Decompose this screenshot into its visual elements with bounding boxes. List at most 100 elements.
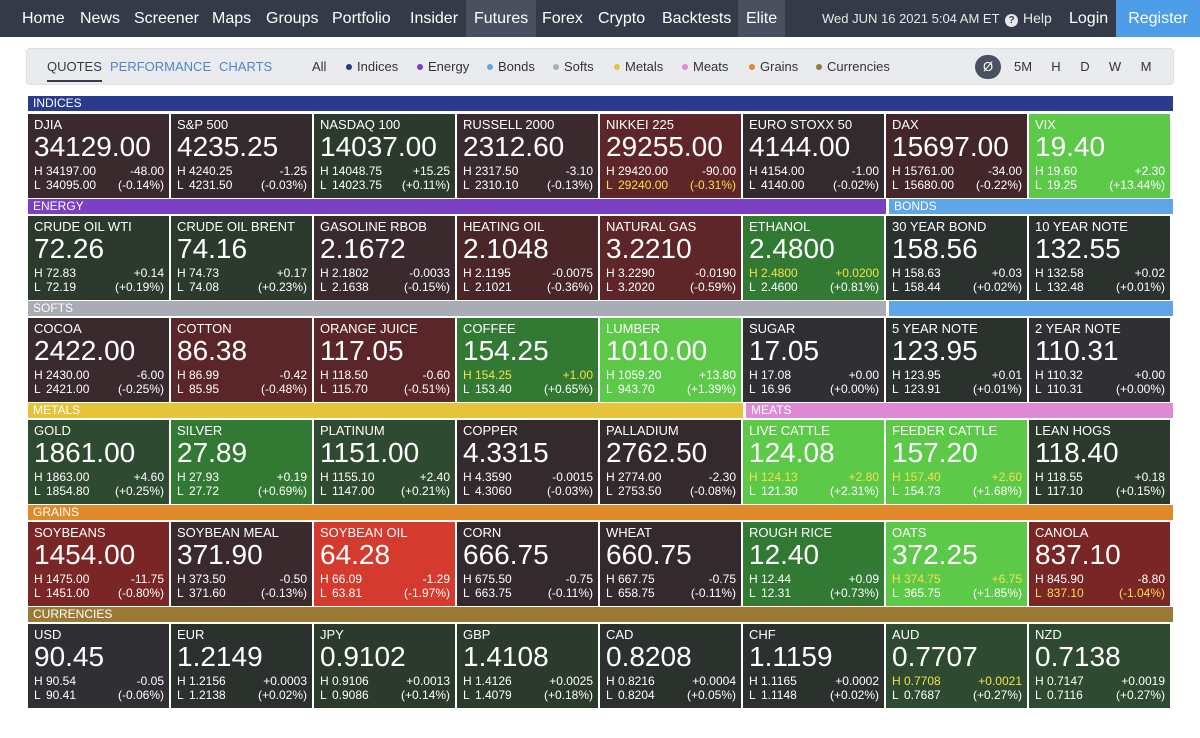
tile-change-pct: (-0.36%) xyxy=(546,280,593,294)
softs-dot xyxy=(553,64,559,70)
futures-tile[interactable]: EUR 1.2149 H 1.2156 +0.0003 L 1.2138 (+0.02%) xyxy=(171,624,312,708)
futures-tile[interactable]: RUSSELL 2000 2312.60 H 2317.50 -3.10 L 2310.10… xyxy=(457,114,598,198)
futures-tile[interactable]: ETHANOL 2.4800 H 2.4800 +0.0200 L 2.4600 (+0.81… xyxy=(743,216,884,300)
futures-tile[interactable]: COTTON 86.38 H 86.99 -0.42 L 85.95 (-0.48%) xyxy=(171,318,312,402)
help-link[interactable]: ? Help xyxy=(1005,0,1052,37)
nav-maps[interactable]: Maps xyxy=(212,0,251,37)
login-link[interactable]: Login xyxy=(1069,0,1108,37)
futures-tile[interactable]: 30 YEAR BOND 158.56 H 158.63 +0.03 L 158.44 (+0… xyxy=(886,216,1027,300)
nav-backtests[interactable]: Backtests xyxy=(662,0,731,37)
futures-tile[interactable]: EURO STOXX 50 4144.00 H 4154.00 -1.00 L 4140.0… xyxy=(743,114,884,198)
futures-tile[interactable]: DAX 15697.00 H 15761.00 -34.00 L 15680.00 (-0.2… xyxy=(886,114,1027,198)
futures-tile[interactable]: COFFEE 154.25 H 154.25 +1.00 L 153.40 (+0.65%) xyxy=(457,318,598,402)
tile-high: 14048.75 xyxy=(332,164,383,178)
futures-tile[interactable]: NZD 0.7138 H 0.7147 +0.0019 L 0.7116 (+0.27%) xyxy=(1029,624,1170,708)
futures-tile[interactable]: PALLADIUM 2762.50 H 2774.00 -2.30 L 2753.50 (-0… xyxy=(600,420,741,504)
period-d[interactable]: D xyxy=(1078,49,1092,84)
futures-tile[interactable]: LEAN HOGS 118.40 H 118.55 +0.18 L 117.10 (+0.15… xyxy=(1029,420,1170,504)
futures-tile[interactable]: NASDAQ 100 14037.00 H 14048.75 +15.25 L 14023.… xyxy=(314,114,455,198)
futures-tile[interactable]: LUMBER 1010.00 H 1059.20 +13.80 L 943.70 (+1.39… xyxy=(600,318,741,402)
filter-meats[interactable]: Meats xyxy=(682,49,728,84)
nav-crypto[interactable]: Crypto xyxy=(598,0,645,37)
filter-bonds[interactable]: Bonds xyxy=(487,49,535,84)
futures-tile[interactable]: SOYBEAN OIL 64.28 H 66.09 -1.29 L 63.81 (-1.97%… xyxy=(314,522,455,606)
futures-tile[interactable]: WHEAT 660.75 H 667.75 -0.75 L 658.75 (-0.11%) xyxy=(600,522,741,606)
tile-high: 1.4126 xyxy=(475,674,512,688)
period-m[interactable]: M xyxy=(1138,49,1154,84)
futures-tile[interactable]: USD 90.45 H 90.54 -0.05 L 90.41 (-0.06%) xyxy=(28,624,169,708)
tile-high-row: H 3.2290 -0.0190 xyxy=(606,266,736,280)
tile-price: 15697.00 xyxy=(892,131,1009,162)
nav-groups[interactable]: Groups xyxy=(266,0,318,37)
low-label: L xyxy=(34,382,41,396)
tile-low-row: L 34095.00 (-0.14%) xyxy=(34,178,164,192)
tile-change: -0.50 xyxy=(279,572,307,586)
futures-tile[interactable]: CORN 666.75 H 675.50 -0.75 L 663.75 (-0.11%) xyxy=(457,522,598,606)
futures-tile[interactable]: 2 YEAR NOTE 110.31 H 110.32 +0.00 L 110.31 (+0.… xyxy=(1029,318,1170,402)
tile-low-row: L 0.7116 (+0.27%) xyxy=(1035,688,1165,702)
futures-tile[interactable]: SUGAR 17.05 H 17.08 +0.00 L 16.96 (+0.00%) xyxy=(743,318,884,402)
filter-softs[interactable]: Softs xyxy=(553,49,594,84)
nav-insider[interactable]: Insider xyxy=(410,0,458,37)
futures-tile[interactable]: COCOA 2422.00 H 2430.00 -6.00 L 2421.00 (-0.25%… xyxy=(28,318,169,402)
tile-high-row: H 2430.00 -6.00 xyxy=(34,368,164,382)
futures-tile[interactable]: GOLD 1861.00 H 1863.00 +4.60 L 1854.80 (+0.25%) xyxy=(28,420,169,504)
futures-tile[interactable]: PLATINUM 1151.00 H 1155.10 +2.40 L 1147.00 (+0.… xyxy=(314,420,455,504)
filter-energy[interactable]: Energy xyxy=(417,49,469,84)
futures-tile[interactable]: ROUGH RICE 12.40 H 12.44 +0.09 L 12.31 (+0.73%) xyxy=(743,522,884,606)
futures-tile[interactable]: CAD 0.8208 H 0.8216 +0.0004 L 0.8204 (+0.05%) xyxy=(600,624,741,708)
nav-forex[interactable]: Forex xyxy=(542,0,583,37)
futures-tile[interactable]: JPY 0.9102 H 0.9106 +0.0013 L 0.9086 (+0.14%) xyxy=(314,624,455,708)
nav-portfolio[interactable]: Portfolio xyxy=(332,0,391,37)
filter-grains[interactable]: Grains xyxy=(749,49,798,84)
register-button[interactable]: Register xyxy=(1116,0,1200,37)
tile-high: 86.99 xyxy=(189,368,220,382)
futures-tile[interactable]: VIX 19.40 H 19.60 +2.30 L 19.25 (+13.44%) xyxy=(1029,114,1170,198)
futures-tile[interactable]: SOYBEANS 1454.00 H 1475.00 -11.75 L 1451.00 (-0… xyxy=(28,522,169,606)
futures-tile[interactable]: 10 YEAR NOTE 132.55 H 132.58 +0.02 L 132.48 (+0… xyxy=(1029,216,1170,300)
tab-charts[interactable]: CHARTS xyxy=(219,49,272,84)
futures-tile[interactable]: S&P 500 4235.25 H 4240.25 -1.25 L 4231.50 (-0.0… xyxy=(171,114,312,198)
tile-high: 4154.00 xyxy=(761,164,805,178)
futures-tile[interactable]: AUD 0.7707 H 0.7708 +0.0021 L 0.7687 (+0.27%) xyxy=(886,624,1027,708)
tab-performance[interactable]: PERFORMANCE xyxy=(110,49,211,84)
tile-high-row: H 1.1165 +0.0002 xyxy=(749,674,879,688)
futures-tile[interactable]: 5 YEAR NOTE 123.95 H 123.95 +0.01 L 123.91 (+0.… xyxy=(886,318,1027,402)
futures-tile[interactable]: SILVER 27.89 H 27.93 +0.19 L 27.72 (+0.69%) xyxy=(171,420,312,504)
futures-tile[interactable]: HEATING OIL 2.1048 H 2.1195 -0.0075 L 2.1021 (-… xyxy=(457,216,598,300)
futures-tile[interactable]: CHF 1.1159 H 1.1165 +0.0002 L 1.1148 (+0.02%) xyxy=(743,624,884,708)
tile-change: -0.0190 xyxy=(695,266,736,280)
futures-tile[interactable]: NATURAL GAS 3.2210 H 3.2290 -0.0190 L 3.2020 (-… xyxy=(600,216,741,300)
futures-tile[interactable]: CRUDE OIL BRENT 74.16 H 74.73 +0.17 L 74.08 (+0… xyxy=(171,216,312,300)
filter-indices[interactable]: Indices xyxy=(346,49,398,84)
futures-tile[interactable]: COPPER 4.3315 H 4.3590 -0.0015 L 4.3060 (-0.03%… xyxy=(457,420,598,504)
period-5m[interactable]: 5M xyxy=(1012,49,1034,84)
tile-price: 4235.25 xyxy=(177,131,279,162)
filter-all[interactable]: All xyxy=(312,49,326,84)
period-w[interactable]: W xyxy=(1107,49,1123,84)
period-h[interactable]: H xyxy=(1049,49,1063,84)
tile-low-row: L 2753.50 (-0.08%) xyxy=(606,484,736,498)
futures-tile[interactable]: LIVE CATTLE 124.08 H 124.13 +2.80 L 121.30 (+2.… xyxy=(743,420,884,504)
period-none[interactable]: Ø xyxy=(975,55,1001,79)
futures-tile[interactable]: FEEDER CATTLE 157.20 H 157.40 +2.60 L 154.73 (+… xyxy=(886,420,1027,504)
futures-tile[interactable]: NIKKEI 225 29255.00 H 29420.00 -90.00 L 29240.… xyxy=(600,114,741,198)
futures-tile[interactable]: GBP 1.4108 H 1.4126 +0.0025 L 1.4079 (+0.18%) xyxy=(457,624,598,708)
futures-tile[interactable]: DJIA 34129.00 H 34197.00 -48.00 L 34095.00 (-0.… xyxy=(28,114,169,198)
tab-quotes[interactable]: QUOTES xyxy=(47,49,102,84)
futures-tile[interactable]: OATS 372.25 H 374.75 +6.75 L 365.75 (+1.85%) xyxy=(886,522,1027,606)
filter-currencies[interactable]: Currencies xyxy=(816,49,890,84)
futures-tile[interactable]: ORANGE JUICE 117.05 H 118.50 -0.60 L 115.70 (-0… xyxy=(314,318,455,402)
nav-screener[interactable]: Screener xyxy=(134,0,199,37)
futures-tile[interactable]: CANOLA 837.10 H 845.90 -8.80 L 837.10 (-1.04%) xyxy=(1029,522,1170,606)
tile-price: 117.05 xyxy=(320,335,404,366)
nav-futures[interactable]: Futures xyxy=(466,0,537,37)
futures-tile[interactable]: SOYBEAN MEAL 371.90 H 373.50 -0.50 L 371.60 (-0… xyxy=(171,522,312,606)
futures-tile[interactable]: GASOLINE RBOB 2.1672 H 2.1802 -0.0033 L 2.1638… xyxy=(314,216,455,300)
filter-metals[interactable]: Metals xyxy=(614,49,663,84)
futures-tile[interactable]: CRUDE OIL WTI 72.26 H 72.83 +0.14 L 72.19 (+0.1… xyxy=(28,216,169,300)
low-label: L xyxy=(892,382,899,396)
nav-news[interactable]: News xyxy=(80,0,120,37)
nav-elite[interactable]: Elite xyxy=(738,0,786,37)
nav-home[interactable]: Home xyxy=(22,0,65,37)
